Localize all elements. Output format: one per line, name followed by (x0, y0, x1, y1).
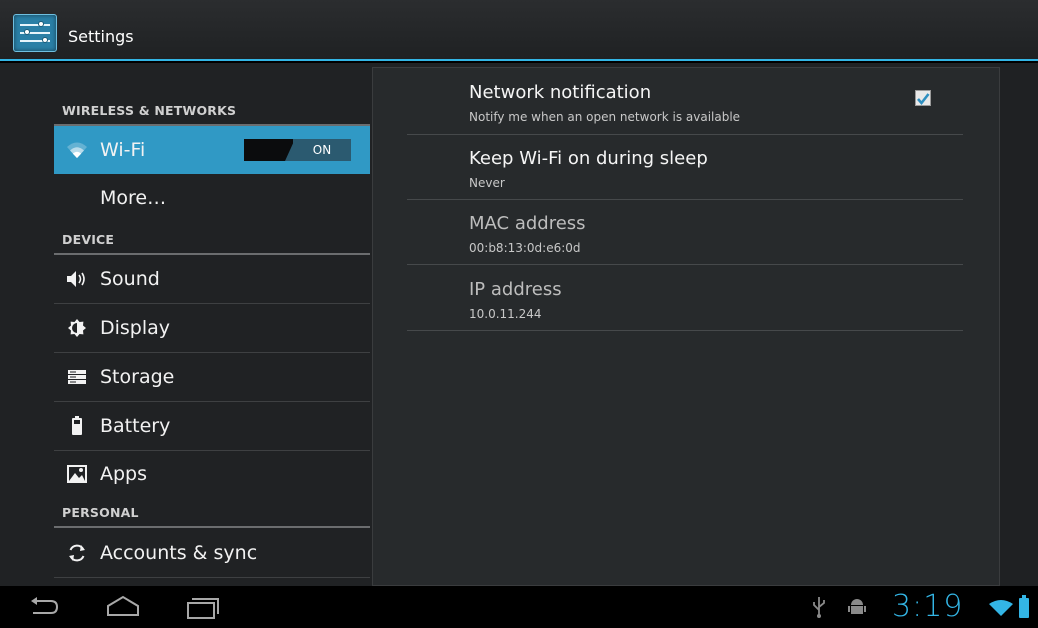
sidebar-item-sound[interactable]: Sound (54, 255, 370, 303)
sidebar-item-storage[interactable]: Storage (54, 353, 370, 401)
settings-category-list: WIRELESS & NETWORKS Wi-Fi ON More… DEVIC… (0, 63, 370, 586)
speaker-icon (54, 255, 100, 303)
apps-icon (54, 450, 100, 498)
wifi-signal-icon (989, 600, 1013, 616)
system-navigation-bar: 3:19 (0, 586, 1038, 628)
sidebar-item-display[interactable]: Display (54, 304, 370, 352)
recent-apps-icon[interactable] (186, 596, 220, 620)
settings-content: WIRELESS & NETWORKS Wi-Fi ON More… DEVIC… (0, 63, 1038, 586)
sidebar-item-accounts-sync[interactable]: Accounts & sync (54, 529, 370, 577)
pref-summary: Notify me when an open network is availa… (469, 110, 741, 124)
usb-icon (813, 597, 825, 618)
sidebar-item-label: Wi-Fi (100, 139, 146, 161)
pref-title: IP address (469, 279, 562, 300)
list-divider (54, 577, 370, 578)
sync-icon (54, 529, 100, 577)
network-notification-checkbox[interactable] (915, 90, 931, 106)
sidebar-item-label: Storage (100, 366, 175, 388)
sidebar-item-label: Display (100, 317, 171, 339)
sidebar-item-wifi[interactable]: Wi-Fi ON (54, 126, 370, 174)
brightness-icon (54, 304, 100, 352)
section-header-wireless: WIRELESS & NETWORKS (62, 103, 237, 118)
toggle-state-label: ON (293, 139, 351, 161)
sidebar-item-label: Battery (100, 415, 171, 437)
sidebar-item-label: Sound (100, 268, 160, 290)
battery-icon (54, 402, 100, 450)
pref-summary: 10.0.11.244 (469, 307, 542, 321)
battery-status-icon (1019, 595, 1029, 618)
pref-title: Network notification (469, 82, 652, 103)
settings-app-icon[interactable] (13, 14, 57, 52)
sidebar-item-battery[interactable]: Battery (54, 402, 370, 450)
page-title: Settings (68, 27, 134, 46)
section-header-device: DEVICE (62, 232, 115, 247)
back-icon[interactable] (29, 597, 61, 617)
android-debug-icon (848, 599, 866, 614)
pref-title: MAC address (469, 213, 586, 234)
sidebar-item-apps[interactable]: Apps (54, 450, 370, 498)
checkmark-icon (917, 93, 930, 106)
panel-edge (1000, 63, 1038, 586)
sidebar-item-more[interactable]: More… (54, 174, 370, 222)
pref-divider (407, 199, 963, 200)
pref-divider (407, 264, 963, 265)
status-clock: 3:19 (892, 589, 964, 624)
section-header-rule (54, 526, 370, 528)
sidebar-item-label: More… (100, 187, 167, 209)
wifi-toggle-switch[interactable]: ON (244, 139, 351, 161)
wifi-icon (54, 126, 100, 174)
pref-summary: Never (469, 176, 505, 190)
pref-summary: 00:b8:13:0d:e6:0d (469, 241, 581, 255)
action-bar: Settings (0, 0, 1038, 61)
wifi-settings-panel: Network notification Notify me when an o… (372, 67, 1000, 586)
sidebar-item-label: Apps (100, 463, 148, 485)
pref-title: Keep Wi-Fi on during sleep (469, 148, 708, 169)
storage-icon (54, 353, 100, 401)
pref-divider (407, 330, 963, 331)
home-icon[interactable] (106, 595, 140, 617)
pref-divider (407, 134, 963, 135)
section-header-personal: PERSONAL (62, 505, 139, 520)
sidebar-item-label: Accounts & sync (100, 542, 258, 564)
